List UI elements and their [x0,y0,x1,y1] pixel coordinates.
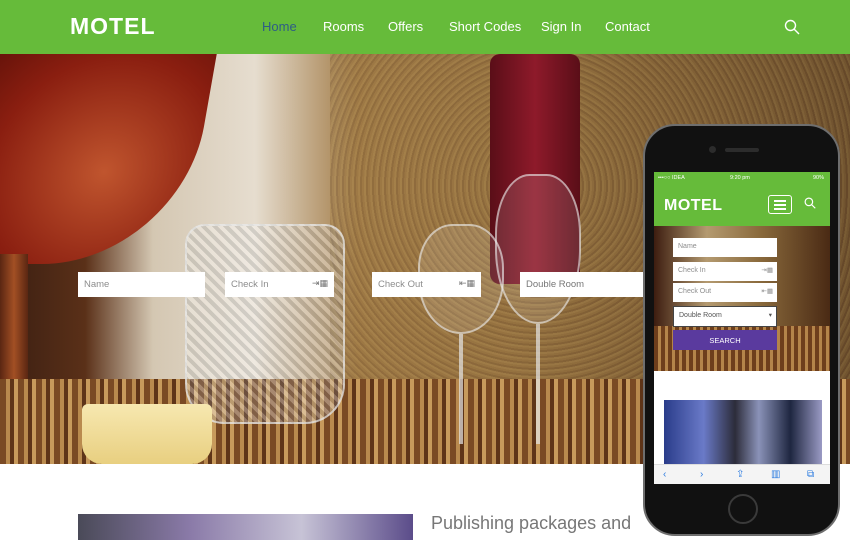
mobile-room-photo [664,400,822,465]
room-photo [78,514,413,540]
mobile-navbar: MOTEL [654,184,830,226]
top-navbar: MOTEL Home Rooms Offers Short Codes Sign… [0,0,850,54]
calendar-icon[interactable]: ⇥▦ [761,266,773,274]
back-icon[interactable]: ‹ [663,469,666,480]
forward-icon[interactable]: › [700,469,703,480]
phone-home-button [728,494,758,524]
glass-jug-image [185,224,345,424]
search-icon[interactable] [784,19,800,35]
carrier-label: •••○○ IDEA [658,175,685,181]
calendar-icon[interactable]: ⇥▦ [312,278,328,289]
mobile-check-in-placeholder: Check In [678,267,706,274]
nav-home[interactable]: Home [262,19,297,34]
check-out-placeholder: Check Out [378,279,423,290]
check-out-input[interactable]: Check Out ⇤▦ [372,272,481,297]
nav-sign-in[interactable]: Sign In [541,19,581,34]
share-icon[interactable]: ⇪ [736,469,744,480]
search-icon[interactable] [804,197,816,209]
site-logo[interactable]: MOTEL [70,13,156,40]
mobile-name-input[interactable]: Name [673,238,777,257]
bookmarks-icon[interactable]: ▥ [771,469,780,480]
phone-camera [709,146,716,153]
check-in-placeholder: Check In [231,279,269,290]
phone-status-bar: •••○○ IDEA 9:20 pm 90% [654,172,830,184]
check-in-input[interactable]: Check In ⇥▦ [225,272,334,297]
phone-speaker [725,148,759,152]
section-title: Publishing packages and [431,513,632,533]
page: MOTEL Home Rooms Offers Short Codes Sign… [0,0,850,540]
phone-mockup: •••○○ IDEA 9:20 pm 90% MOTEL Name Check … [643,124,840,536]
mobile-room-select[interactable]: Double Room ▾ [673,306,777,327]
nav-short-codes[interactable]: Short Codes [449,19,521,34]
calendar-icon[interactable]: ⇤▦ [459,278,475,289]
battery-label: 90% [812,175,824,181]
wine-glass-stem [536,324,540,444]
mobile-check-in-input[interactable]: Check In ⇥▦ [673,262,777,281]
browser-toolbar: ‹ › ⇪ ▥ ⧉ [654,464,830,484]
nav-offers[interactable]: Offers [388,19,423,34]
nav-contact[interactable]: Contact [605,19,650,34]
chevron-down-icon: ▾ [768,312,772,319]
search-button[interactable]: SEARCH [673,330,777,350]
time-label: 9:20 pm [730,175,750,181]
mobile-room-value: Double Room [679,312,722,319]
wine-glass-image [495,174,581,324]
name-input[interactable]: Name [78,272,205,297]
tabs-icon[interactable]: ⧉ [807,469,814,480]
room-type-select[interactable]: Double Room [520,272,645,297]
wine-glass-stem [459,334,463,444]
mobile-check-out-placeholder: Check Out [678,288,712,295]
mobile-logo[interactable]: MOTEL [664,197,723,215]
nav-rooms[interactable]: Rooms [323,19,364,34]
tea-cup-image [82,404,212,464]
mobile-check-out-input[interactable]: Check Out ⇤▦ [673,283,777,302]
phone-screen: •••○○ IDEA 9:20 pm 90% MOTEL Name Check … [654,172,830,484]
hamburger-menu-icon[interactable] [768,195,792,214]
calendar-icon[interactable]: ⇤▦ [761,287,773,295]
